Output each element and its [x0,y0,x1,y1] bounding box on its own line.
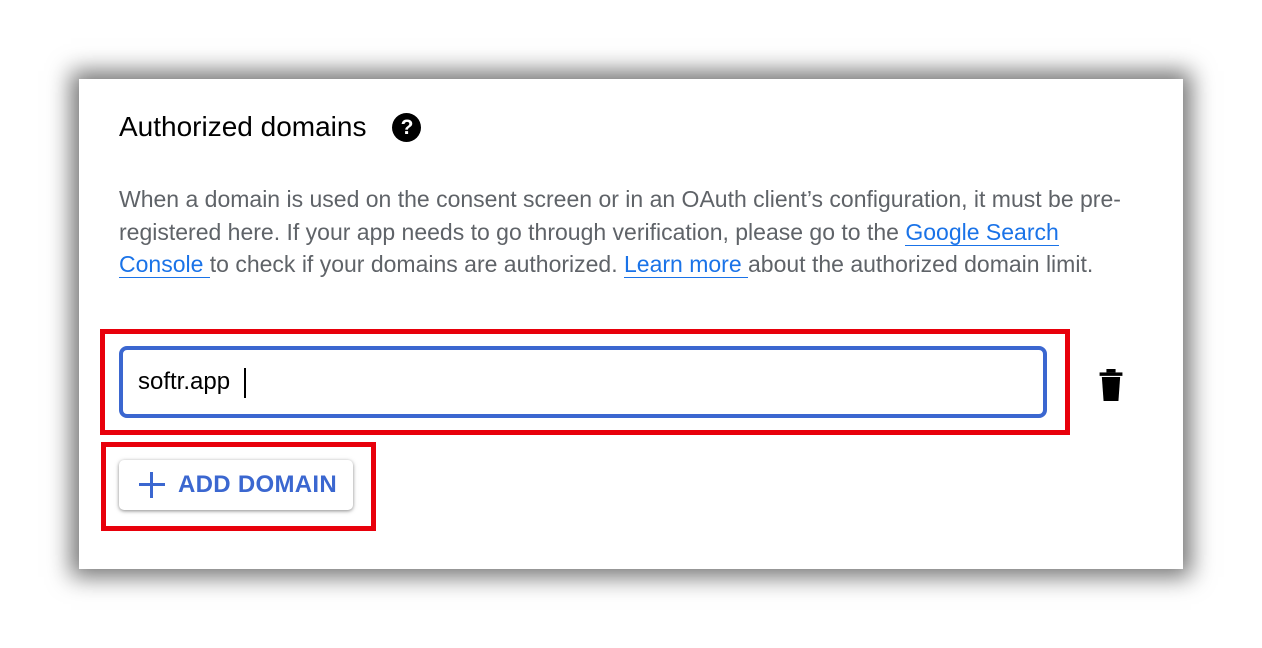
domain-input[interactable] [123,361,740,403]
section-header: Authorized domains ? [119,109,422,145]
plus-icon [139,472,165,498]
section-title: Authorized domains [119,111,367,142]
description-text-2: to check if your domains are authorized. [209,251,624,277]
authorized-domains-card: Authorized domains ? When a domain is us… [79,79,1183,569]
learn-more-link[interactable]: Learn more [624,251,749,278]
description-text-3: about the authorized domain limit. [748,251,1094,277]
add-domain-button[interactable]: ADD DOMAIN [119,460,353,510]
text-caret [244,368,246,398]
section-description: When a domain is used on the consent scr… [119,183,1149,281]
help-icon[interactable]: ? [392,112,422,142]
trash-icon[interactable] [1097,369,1125,401]
domain-field[interactable] [119,346,1047,418]
add-domain-label: ADD DOMAIN [178,471,337,498]
